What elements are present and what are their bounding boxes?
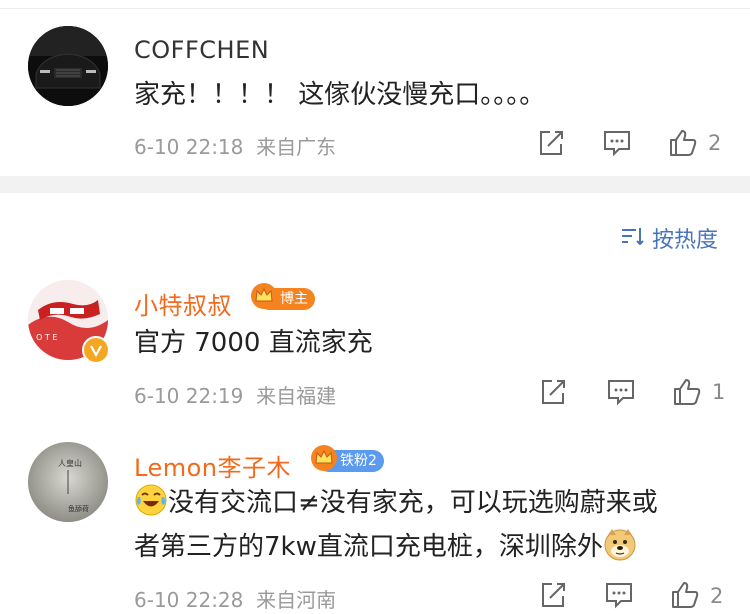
share-icon[interactable] xyxy=(536,128,566,158)
comment-location: 来自河南 xyxy=(256,588,337,612)
like-count: 1 xyxy=(712,380,726,404)
avatar-coffchen[interactable] xyxy=(28,26,108,106)
comment-meta: 6-10 22:19 来自福建 xyxy=(134,380,336,409)
svg-text:O T E: O T E xyxy=(36,333,57,342)
sort-label: 按热度 xyxy=(652,228,719,253)
like-icon[interactable] xyxy=(668,128,698,158)
like-count: 2 xyxy=(708,131,722,155)
comment-text-line: 者第三方的7kw直流口充电桩，深圳除外 xyxy=(134,524,637,570)
comment-location: 来自广东 xyxy=(256,135,337,159)
top-divider xyxy=(0,8,750,9)
laughing-tears-emoji xyxy=(134,483,168,517)
like-icon[interactable] xyxy=(670,580,700,610)
crown-icon xyxy=(310,444,338,472)
comment-meta: 6-10 22:18 来自广东 xyxy=(134,131,336,160)
comment-text: 没有交流口≠没有家充，可以玩选购蔚来或 xyxy=(168,488,658,518)
comment-text: 者第三方的7kw直流口充电桩，深圳除外 xyxy=(134,532,603,562)
crown-icon xyxy=(250,282,278,310)
avatar-text-top: 人皇山 xyxy=(58,459,82,468)
comment-text: 官方 7000 直流家充 xyxy=(134,328,373,358)
fan-badge: 铁粉2 xyxy=(311,445,384,472)
comment-text-line: 没有交流口≠没有家充，可以玩选购蔚来或 xyxy=(134,480,658,526)
comment-text: 家充！！！！ 这傢伙没慢充口。。。。 xyxy=(134,80,546,110)
comment-time: 6-10 22:19 xyxy=(134,384,244,408)
share-icon[interactable] xyxy=(538,377,568,407)
sort-icon xyxy=(620,225,646,247)
comment-icon[interactable] xyxy=(604,580,634,610)
blogger-badge: 博主 xyxy=(251,283,315,310)
like-count: 2 xyxy=(710,584,724,608)
comment-meta: 6-10 22:28 来自河南 xyxy=(134,584,336,613)
like-icon[interactable] xyxy=(672,377,702,407)
comment-username[interactable]: 小特叔叔 xyxy=(134,286,232,321)
comment-username[interactable]: Lemon李子木 xyxy=(134,448,291,483)
share-icon[interactable] xyxy=(538,580,568,610)
comment-username[interactable]: COFFCHEN xyxy=(134,36,269,64)
comment-location: 来自福建 xyxy=(256,384,337,408)
doge-emoji xyxy=(603,527,637,561)
avatar-text-bottom: 鱼舔荷 xyxy=(68,505,89,513)
comment-time: 6-10 22:28 xyxy=(134,588,244,612)
comment-icon[interactable] xyxy=(602,128,632,158)
verified-icon xyxy=(82,336,110,364)
comment-icon[interactable] xyxy=(606,377,636,407)
comment-time: 6-10 22:18 xyxy=(134,135,244,159)
section-separator xyxy=(0,176,750,193)
